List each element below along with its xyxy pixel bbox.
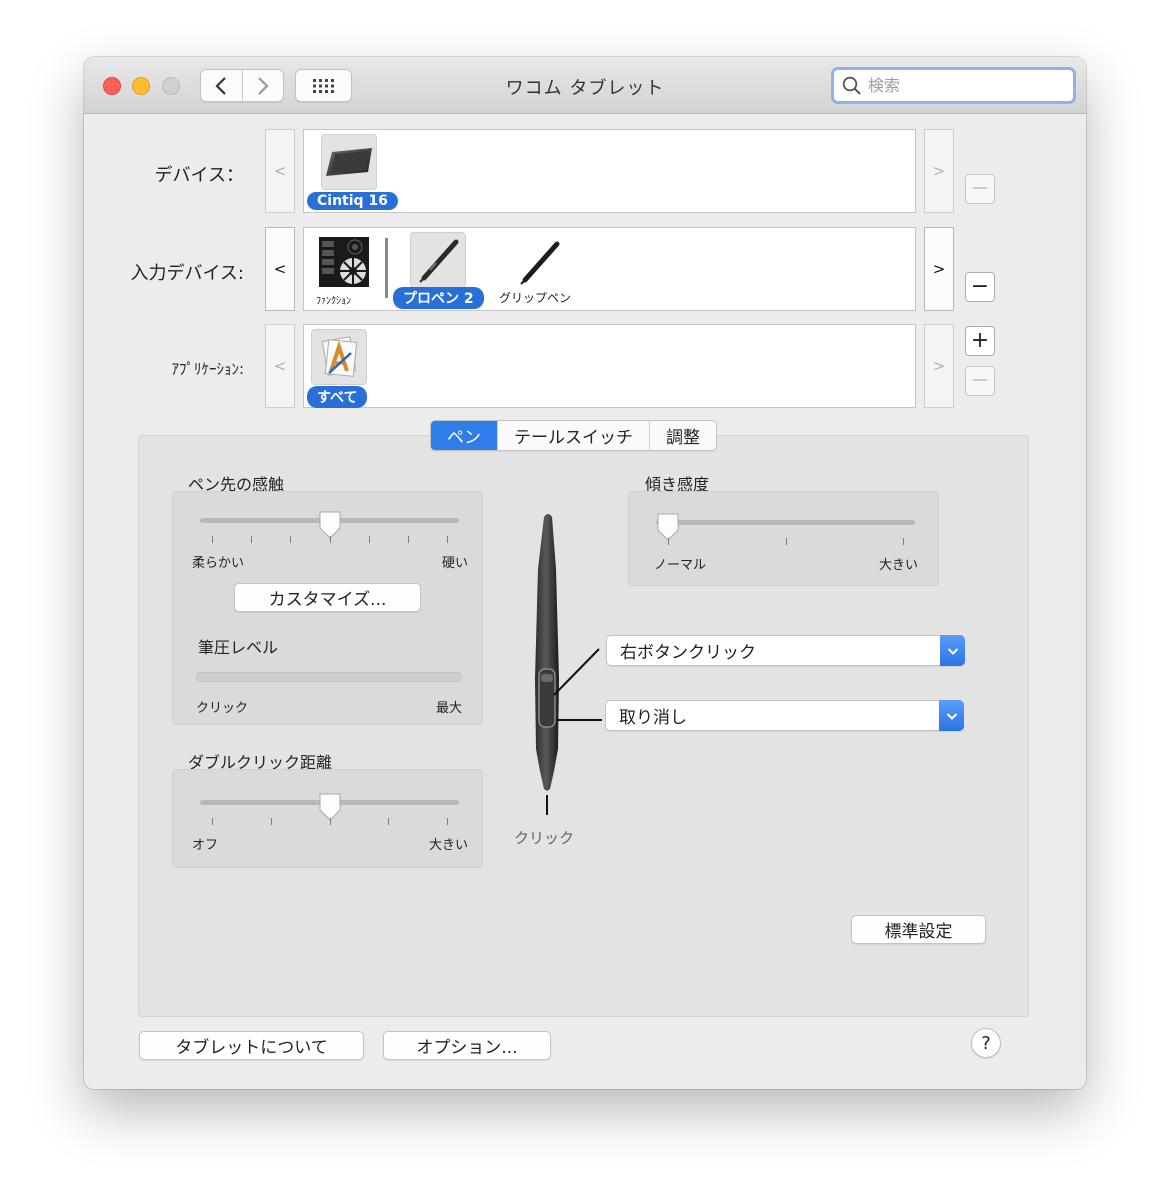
- help-button[interactable]: ?: [971, 1028, 1001, 1058]
- slider-tick: [447, 818, 448, 825]
- pressure-min-label: クリック: [196, 701, 249, 716]
- tilt-max-label: 大きい: [878, 558, 918, 573]
- remove-input-device-button[interactable]: −: [965, 272, 995, 302]
- functions-caption: ﾌｧﾝｸｼｮﾝ: [316, 296, 351, 307]
- slider-tick: [388, 818, 390, 825]
- input-device-item-pro-pen-2[interactable]: [410, 232, 466, 288]
- slider-tick: [290, 536, 292, 543]
- tip-feel-min-label: 柔らかい: [192, 556, 245, 571]
- device-scroll-left-button[interactable]: <: [265, 129, 295, 213]
- application-name-pill: すべて: [307, 386, 368, 408]
- slider-tick: [329, 536, 331, 543]
- add-application-button[interactable]: +: [965, 326, 995, 356]
- lower-button-value: 取り消し: [619, 708, 687, 728]
- device-item-cintiq[interactable]: [321, 134, 377, 190]
- forward-button[interactable]: [241, 70, 283, 101]
- tilt-group: ノーマル 大きい: [628, 491, 939, 586]
- tablet-device-icon: [321, 134, 377, 190]
- tab-pen[interactable]: ペン: [431, 421, 497, 450]
- slider-tick: [251, 536, 253, 543]
- application-scroll-right-button[interactable]: >: [924, 324, 954, 408]
- pressure-level-bar: [196, 672, 462, 682]
- double-click-max-label: 大きい: [428, 838, 468, 853]
- settings-tabs: ペン テールスイッチ 調整: [430, 420, 717, 451]
- options-button[interactable]: オプション...: [383, 1031, 551, 1060]
- lower-button-select[interactable]: 取り消し: [605, 700, 964, 731]
- chevron-left-icon: [215, 76, 227, 95]
- tilt-min-label: ノーマル: [654, 558, 707, 573]
- show-all-button[interactable]: [295, 69, 352, 102]
- chevron-down-icon: [940, 635, 965, 666]
- search-input[interactable]: [868, 76, 1058, 95]
- remove-device-button[interactable]: −: [965, 174, 995, 204]
- device-scroll-right-button[interactable]: >: [924, 129, 954, 213]
- minimize-window-button[interactable]: [132, 77, 150, 95]
- input-device-name-pill: プロペン 2: [393, 287, 484, 309]
- slider-tick: [785, 538, 787, 545]
- input-device-scroll-left-button[interactable]: <: [265, 227, 295, 311]
- customize-button[interactable]: カスタマイズ...: [234, 583, 421, 612]
- double-click-group: オフ 大きい: [172, 769, 483, 868]
- device-name-pill: Cintiq 16: [307, 192, 398, 210]
- slider-tick: [270, 818, 272, 825]
- application-row-label: ｱﾌﾟﾘｹｰｼｮﾝ:: [171, 360, 244, 378]
- input-device-scroll-right-button[interactable]: >: [924, 227, 954, 311]
- tip-feel-group: 柔らかい 硬い カスタマイズ... 筆圧レベル クリック 最大: [172, 491, 483, 725]
- double-click-min-label: オフ: [192, 838, 219, 853]
- slider-tick: [368, 536, 370, 543]
- tilt-track: [656, 520, 915, 525]
- grid-icon: [312, 78, 334, 93]
- search-field[interactable]: [831, 67, 1076, 104]
- default-button[interactable]: 標準設定: [851, 915, 986, 944]
- chevron-right-icon: [258, 76, 269, 95]
- remove-application-button[interactable]: −: [965, 366, 995, 396]
- grip-pen-caption: グリップペン: [499, 291, 572, 305]
- chevron-down-icon: [939, 700, 964, 731]
- slider-tick: [407, 536, 409, 543]
- upper-button-select[interactable]: 右ボタンクリック: [606, 635, 965, 666]
- zoom-window-button[interactable]: [162, 77, 180, 95]
- preferences-window: ワコム タブレット デバイス： < Cintiq 16 > −: [84, 57, 1086, 1089]
- tab-calibration[interactable]: 調整: [649, 421, 716, 450]
- application-list: すべて: [303, 324, 916, 408]
- device-row-label: デバイス：: [154, 165, 244, 186]
- tab-tail-switch[interactable]: テールスイッチ: [497, 421, 649, 450]
- close-window-button[interactable]: [103, 77, 121, 95]
- slider-tick: [329, 818, 331, 825]
- device-list: Cintiq 16: [303, 129, 916, 213]
- about-tablet-button[interactable]: タブレットについて: [139, 1031, 364, 1060]
- slider-tick: [447, 536, 448, 543]
- input-device-item-functions[interactable]: ﾌｧﾝｸｼｮﾝ: [316, 234, 372, 307]
- application-item-all[interactable]: [311, 329, 367, 385]
- search-icon: [842, 76, 861, 95]
- upper-button-value: 右ボタンクリック: [620, 643, 756, 663]
- pressure-max-label: 最大: [435, 701, 462, 716]
- all-applications-icon: [311, 329, 367, 385]
- input-device-item-grip-pen[interactable]: [507, 234, 567, 290]
- input-device-row-label: 入力デバイス:: [130, 263, 244, 284]
- back-button[interactable]: [201, 70, 242, 101]
- tip-feel-max-label: 硬い: [441, 556, 468, 571]
- pro-pen-icon: [410, 232, 466, 288]
- slider-tick: [668, 538, 669, 545]
- input-device-divider: [385, 238, 388, 298]
- back-forward-group: [200, 69, 284, 102]
- pressure-title: 筆圧レベル: [198, 638, 279, 657]
- slider-tick: [212, 818, 213, 825]
- functions-icon: [316, 234, 372, 290]
- slider-tick: [212, 536, 213, 543]
- input-device-list: ﾌｧﾝｸｼｮﾝ プロペン 2 グリップペン: [303, 227, 916, 311]
- pen-tip-label: クリック: [514, 829, 575, 847]
- title-bar: ワコム タブレット: [84, 57, 1086, 114]
- slider-tick: [903, 538, 904, 545]
- grip-pen-icon: [511, 234, 567, 290]
- application-scroll-left-button[interactable]: <: [265, 324, 295, 408]
